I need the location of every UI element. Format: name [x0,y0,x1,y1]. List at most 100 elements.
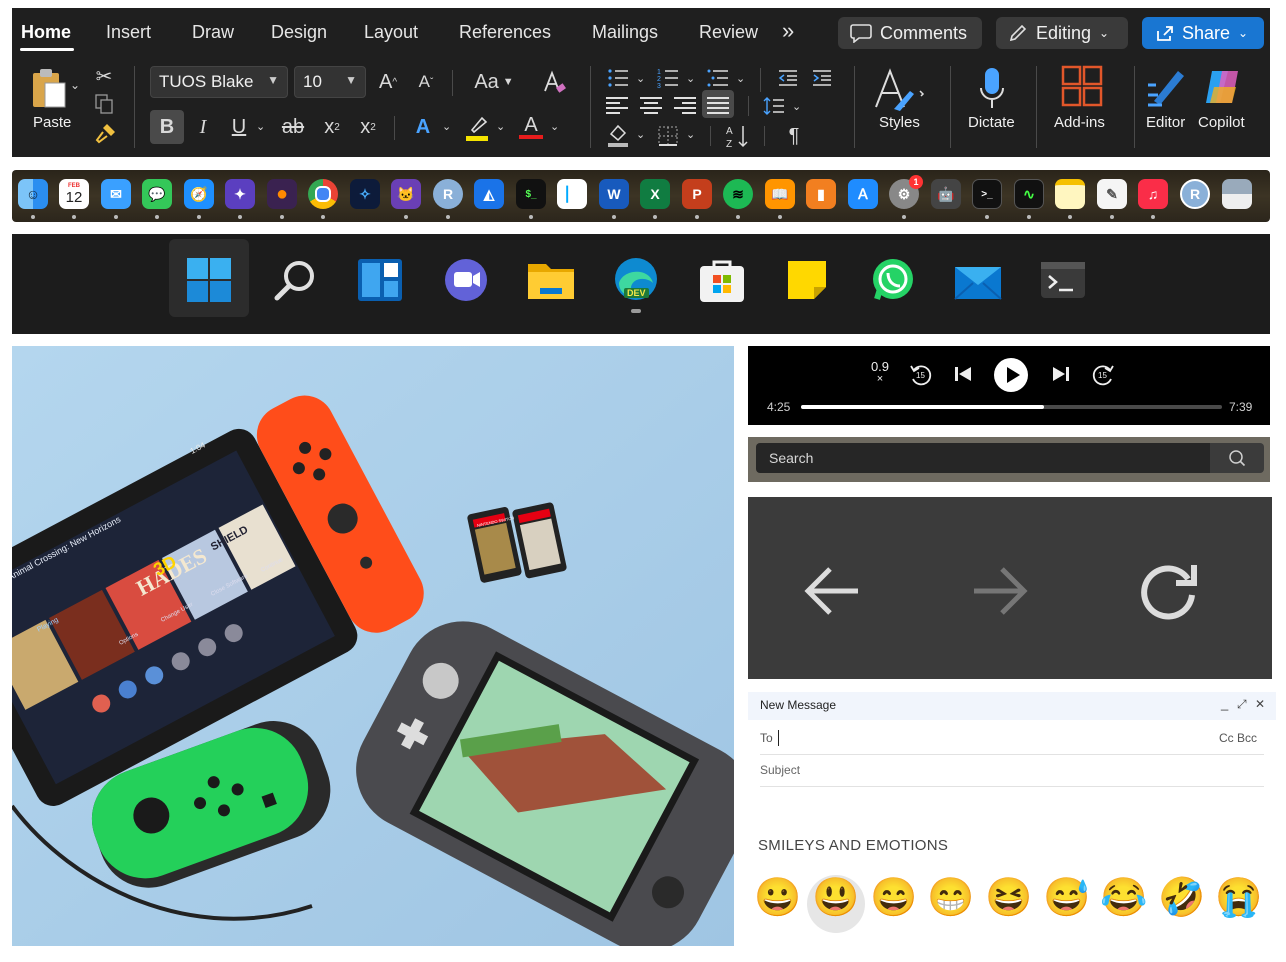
edge-dev-icon[interactable]: DEV [610,254,662,306]
music-icon[interactable]: ♫ [1138,179,1168,209]
spotify-icon[interactable]: ≋ [723,179,753,209]
grow-font-button[interactable]: A ^ [374,68,402,96]
chevron-down-icon[interactable]: ⌄ [496,120,505,133]
comments-button[interactable]: Comments [838,17,982,49]
chevron-down-icon[interactable]: ⌄ [736,72,745,85]
bold-button[interactable]: B [150,112,184,142]
preview-window-icon[interactable] [1222,179,1252,209]
textedit-icon[interactable]: ✎ [1097,179,1127,209]
search-input[interactable] [756,443,1210,473]
excel-icon[interactable]: X [640,179,670,209]
align-left-icon[interactable] [606,94,628,117]
rewind-15-button[interactable]: 15 [908,362,934,388]
align-center-icon[interactable] [640,94,662,117]
font-color-icon[interactable]: A [518,112,544,142]
chrome-icon[interactable] [308,179,338,209]
paste-options-chevron-icon[interactable]: ⌄ [70,78,80,92]
italic-button[interactable]: I [190,112,216,142]
chevron-down-icon[interactable]: ⌄ [442,120,451,133]
calendar-icon[interactable]: FEB 12 [59,179,89,209]
subscript-button[interactable]: x2 [318,112,346,142]
close-icon[interactable]: ✕ [1255,697,1265,711]
underline-button[interactable]: U [226,112,252,142]
search-icon[interactable] [269,254,321,306]
add-ins-icon[interactable] [1060,64,1104,108]
emoji-smile[interactable]: 😄 [870,874,918,922]
progress-track[interactable] [801,405,1222,409]
tab-review[interactable]: Review [699,22,758,43]
emoji-grinning[interactable]: 😀 [754,874,802,922]
highlight-color-icon[interactable] [464,114,490,142]
format-painter-icon[interactable] [94,122,118,144]
tab-layout[interactable]: Layout [364,22,418,43]
safari-icon[interactable]: 🧭 [184,179,214,209]
decrease-indent-icon[interactable] [776,66,800,90]
emoji-joy[interactable]: 😂 [1100,874,1148,922]
underline-options-chevron-icon[interactable]: ⌄ [256,120,265,133]
bullets-icon[interactable] [606,66,630,90]
chevron-down-icon[interactable]: ⌄ [686,128,695,141]
affinity-icon[interactable]: ◭ [474,179,504,209]
finder-icon[interactable]: ☺ [18,179,48,209]
expand-icon[interactable]: ⤢ [1237,697,1247,712]
copilot-dock-icon[interactable]: ✧ [350,179,380,209]
word-icon[interactable]: W [599,179,629,209]
sort-icon[interactable]: AZ [724,122,752,150]
tab-mailings[interactable]: Mailings [592,22,658,43]
whatsapp-icon[interactable] [867,254,919,306]
minimize-icon[interactable]: _ [1221,696,1228,711]
automator-icon[interactable]: 🤖 [931,179,961,209]
tab-design[interactable]: Design [271,22,327,43]
back-button[interactable] [800,559,864,623]
emoji-sweat-smile[interactable]: 😅 [1043,874,1091,922]
forward-button[interactable] [968,559,1032,623]
system-settings-icon[interactable]: ⚙ 1 [889,175,923,209]
app-store-icon[interactable]: Ａ [848,179,878,209]
chevron-down-icon[interactable]: ⌄ [792,100,801,113]
powerpoint-icon[interactable]: P [682,179,712,209]
terminal-icon[interactable] [1037,254,1089,306]
paste-button[interactable] [26,66,72,112]
play-button[interactable] [994,358,1028,392]
r-icon[interactable]: R [433,179,463,209]
font-size-select[interactable]: 10 ▼ [294,66,366,98]
next-track-button[interactable] [1050,363,1072,385]
notes-bar-icon[interactable]: ▏ [557,179,587,209]
superscript-button[interactable]: x2 [354,112,382,142]
activity-monitor-icon[interactable]: ∿ [1014,179,1044,209]
copilot-icon[interactable] [1202,64,1246,110]
emoji-grin[interactable]: 😁 [927,874,975,922]
multilevel-list-icon[interactable] [706,66,730,90]
tab-home[interactable]: Home [21,22,71,43]
notes-icon[interactable] [1055,179,1085,209]
tab-draw[interactable]: Draw [192,22,234,43]
books-icon[interactable]: 📖 [765,179,795,209]
share-button[interactable]: Share ⌄ [1142,17,1264,49]
reload-button[interactable] [1136,557,1202,623]
mail-icon[interactable]: ✉ [101,179,131,209]
align-right-icon[interactable] [674,94,696,117]
microsoft-store-icon[interactable] [696,254,748,306]
subject-field[interactable]: Subject [760,763,800,777]
messages-icon[interactable]: 💬 [142,179,172,209]
font-name-select[interactable]: TUOS Blake ▼ [150,66,288,98]
cut-icon[interactable]: ✂ [94,66,114,88]
previous-track-button[interactable] [952,363,974,385]
justify-icon[interactable] [707,94,729,117]
numbering-icon[interactable]: 123 [656,66,680,90]
search-button[interactable] [1210,443,1264,473]
file-explorer-icon[interactable] [525,254,577,306]
emoji-smiley[interactable]: 😃 [812,874,860,922]
clear-formatting-icon[interactable] [540,68,568,96]
emoji-rofl[interactable]: 🤣 [1158,874,1206,922]
styles-icon[interactable] [870,64,930,114]
tab-insert[interactable]: Insert [106,22,151,43]
teams-chat-icon[interactable] [440,254,492,306]
shading-icon[interactable] [606,122,630,148]
chevron-down-icon[interactable]: ⌄ [636,128,645,141]
borders-icon[interactable] [656,124,680,148]
increase-indent-icon[interactable] [810,66,834,90]
emoji-sob[interactable]: 😭 [1215,874,1263,922]
emoji-laughing[interactable]: 😆 [985,874,1033,922]
copy-icon[interactable] [94,94,114,114]
